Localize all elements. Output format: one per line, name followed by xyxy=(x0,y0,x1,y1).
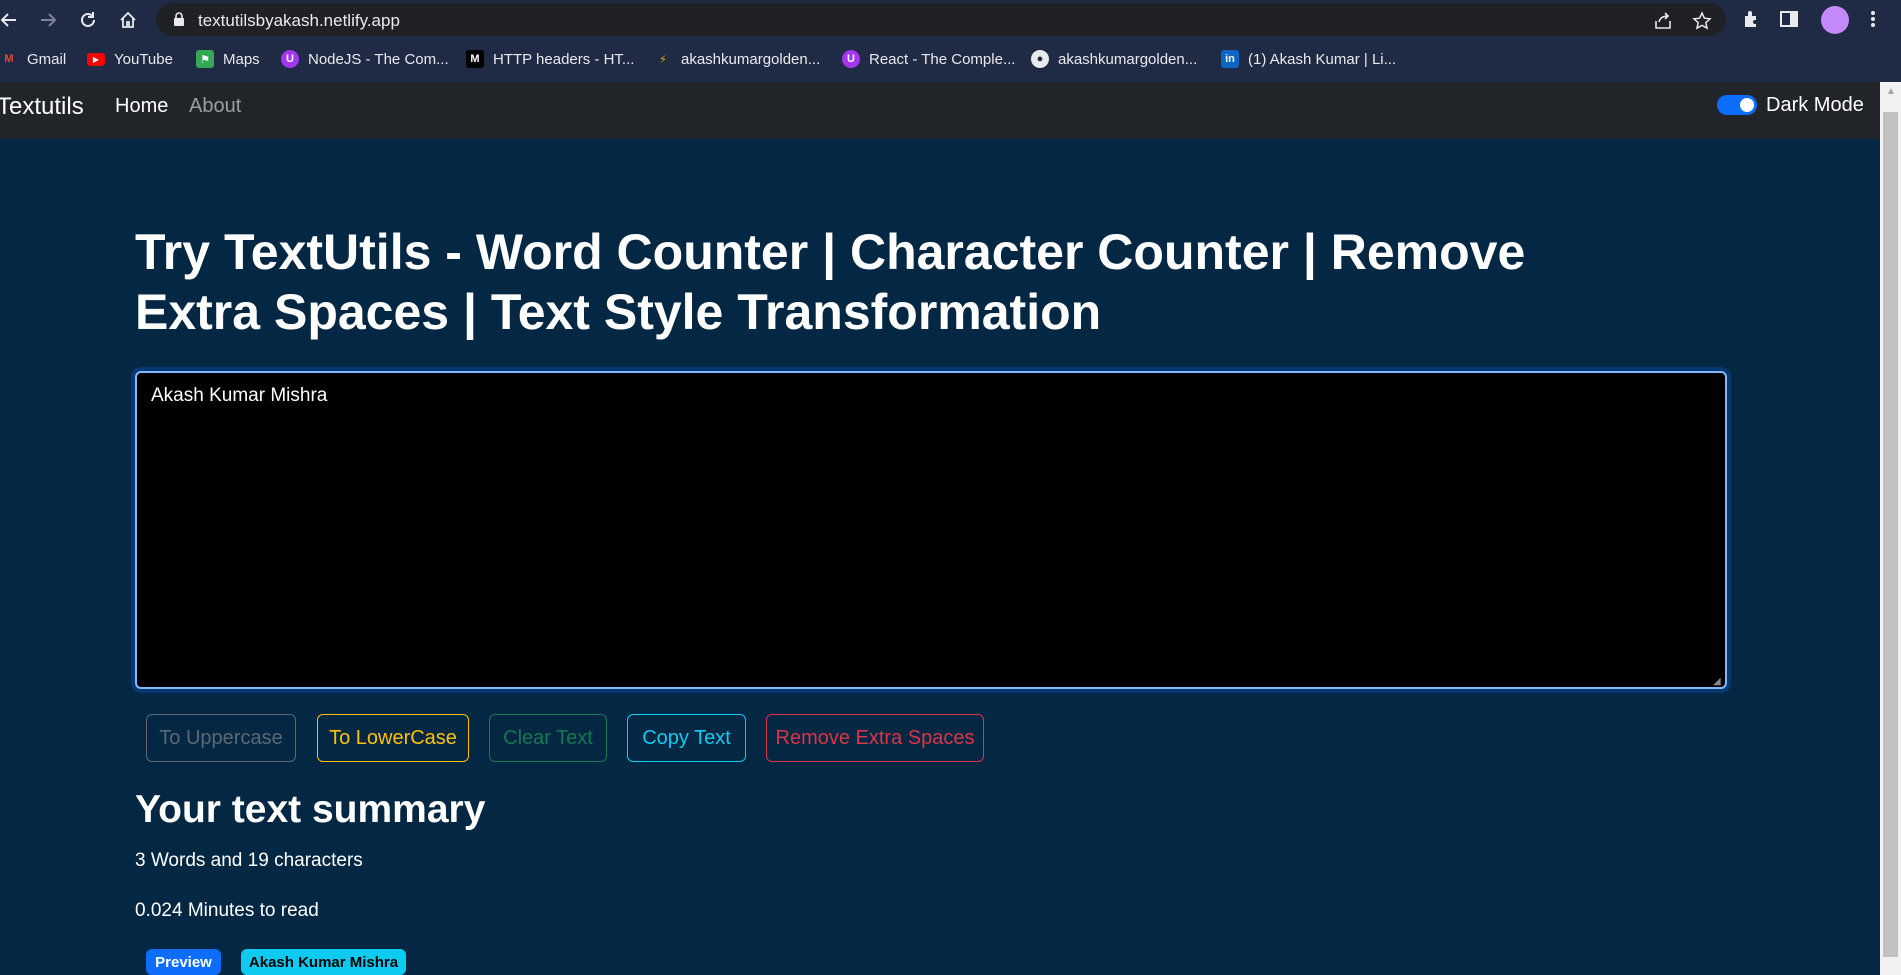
preview-text-badge: Akash Kumar Mishra xyxy=(241,949,406,975)
github-icon: ● xyxy=(1031,50,1049,68)
bookmark-maps[interactable]: ⚑ Maps xyxy=(196,48,260,70)
read-time: 0.024 Minutes to read xyxy=(135,900,319,921)
summary-title: Your text summary xyxy=(135,788,486,831)
dark-mode-label: Dark Mode xyxy=(1766,94,1864,116)
scrollbar-thumb[interactable] xyxy=(1883,112,1898,957)
resize-grip-icon[interactable]: ◢ xyxy=(1713,676,1721,687)
bookmark-react[interactable]: U React - The Comple... xyxy=(842,48,1015,70)
browser-toolbar: textutilsbyakash.netlify.app xyxy=(0,0,1901,40)
remove-extra-spaces-button[interactable]: Remove Extra Spaces xyxy=(766,714,984,762)
bookmarks-bar: M Gmail ▶ YouTube ⚑ Maps U NodeJS - The … xyxy=(0,44,1901,74)
bookmark-site-icon: ⚡ xyxy=(659,53,667,66)
text-input-area[interactable]: Akash Kumar Mishra xyxy=(135,371,1727,689)
navbar-brand[interactable]: Textutils xyxy=(0,93,84,121)
bookmark-nodejs[interactable]: U NodeJS - The Com... xyxy=(281,48,449,70)
toggle-knob xyxy=(1740,98,1754,112)
nav-link-home[interactable]: Home xyxy=(115,95,168,118)
bookmark-youtube[interactable]: ▶ YouTube xyxy=(87,48,173,70)
bookmark-gmail[interactable]: M Gmail xyxy=(0,48,66,70)
page-heading: Try TextUtils - Word Counter | Character… xyxy=(135,224,1526,340)
udemy-icon: U xyxy=(842,50,860,68)
maps-icon: ⚑ xyxy=(196,50,214,68)
side-panel-icon[interactable] xyxy=(1778,8,1802,32)
lock-icon xyxy=(173,12,185,32)
word-character-count: 3 Words and 19 characters xyxy=(135,850,363,871)
preview-badge: Preview xyxy=(146,949,221,975)
home-icon[interactable] xyxy=(115,7,141,33)
bookmark-akash-site[interactable]: ⚡ akashkumargolden... xyxy=(654,48,820,70)
mdn-icon: M xyxy=(466,50,484,68)
dark-mode-toggle[interactable] xyxy=(1717,95,1757,115)
address-bar[interactable]: textutilsbyakash.netlify.app xyxy=(156,3,1726,36)
clear-text-button[interactable]: Clear Text xyxy=(489,714,607,762)
bookmark-http-headers[interactable]: M HTTP headers - HT... xyxy=(466,48,634,70)
youtube-icon: ▶ xyxy=(87,52,105,66)
to-lowercase-button[interactable]: To LowerCase xyxy=(317,714,469,762)
extensions-puzzle-icon[interactable] xyxy=(1741,8,1765,32)
app-navbar: Textutils Home About Dark Mode xyxy=(0,82,1880,139)
profile-avatar[interactable] xyxy=(1821,6,1849,34)
back-arrow-icon[interactable] xyxy=(0,7,22,33)
gmail-icon: M xyxy=(4,53,14,65)
bookmark-github[interactable]: ● akashkumargolden... xyxy=(1031,48,1197,70)
bookmark-linkedin[interactable]: in (1) Akash Kumar | Li... xyxy=(1221,48,1396,70)
to-uppercase-button[interactable]: To Uppercase xyxy=(146,714,296,762)
forward-arrow-icon[interactable] xyxy=(35,7,61,33)
kebab-menu-icon[interactable] xyxy=(1862,8,1886,32)
copy-text-button[interactable]: Copy Text xyxy=(627,714,746,762)
udemy-icon: U xyxy=(281,50,299,68)
reload-icon[interactable] xyxy=(75,7,101,33)
page-scrollbar[interactable]: ▲ xyxy=(1880,82,1901,975)
nav-link-about[interactable]: About xyxy=(189,95,241,118)
share-icon[interactable] xyxy=(1653,11,1673,31)
address-url: textutilsbyakash.netlify.app xyxy=(198,11,400,30)
scroll-up-arrow-icon[interactable]: ▲ xyxy=(1886,86,1896,97)
bookmark-star-icon[interactable] xyxy=(1692,11,1712,31)
linkedin-icon: in xyxy=(1221,50,1239,68)
browser-chrome: textutilsbyakash.netlify.app M Gmail ▶ Y… xyxy=(0,0,1901,82)
